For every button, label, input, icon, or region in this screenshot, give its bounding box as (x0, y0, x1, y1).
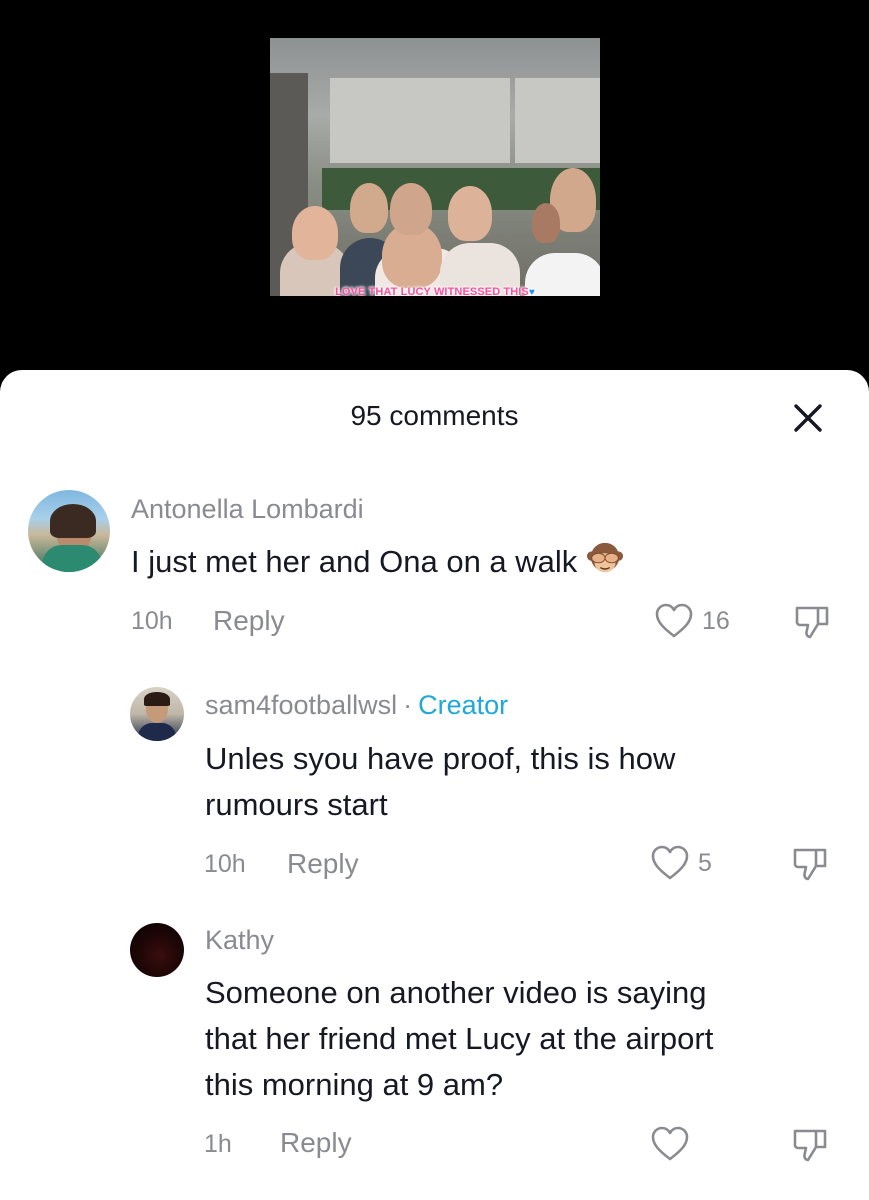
heart-icon (651, 1126, 689, 1161)
avatar[interactable] (28, 490, 110, 572)
video-thumbnail[interactable]: LOVE THAT LUCY WITNESSED THIS♥ (270, 38, 600, 296)
heart-icon (651, 845, 689, 880)
comment-time: 1h (204, 1130, 232, 1158)
close-button[interactable] (790, 400, 826, 436)
see-no-evil-monkey-icon (586, 542, 623, 573)
blue-heart-icon: ♥ (528, 287, 535, 296)
comment-time: 10h (204, 850, 246, 878)
avatar[interactable] (130, 687, 184, 741)
like-count: 5 (698, 848, 712, 877)
dislike-button[interactable] (792, 602, 832, 647)
dislike-button[interactable] (790, 844, 830, 889)
comment-username[interactable]: Kathy (205, 925, 274, 956)
avatar[interactable] (130, 923, 184, 977)
comment-text: I just met her and Ona on a walk (131, 539, 624, 585)
reply-button[interactable]: Reply (213, 605, 285, 637)
close-icon (794, 404, 822, 432)
comments-sheet: 95 comments Antonella Lombardi I just me… (0, 370, 869, 1200)
reply-button[interactable]: Reply (280, 1127, 352, 1159)
video-caption: LOVE THAT LUCY WITNESSED THIS♥ (335, 286, 535, 296)
like-count: 16 (702, 606, 730, 635)
dislike-button[interactable] (790, 1125, 830, 1170)
thumbs-down-icon (793, 848, 827, 881)
heart-icon (655, 603, 693, 638)
reply-button[interactable]: Reply (287, 848, 359, 880)
comment-username[interactable]: Antonella Lombardi (131, 494, 364, 525)
thumbs-down-icon (793, 1129, 827, 1162)
video-player[interactable]: LOVE THAT LUCY WITNESSED THIS♥ (0, 0, 869, 400)
comments-count-title: 95 comments (350, 400, 519, 431)
comment-time: 10h (131, 607, 173, 635)
like-button[interactable]: 5 (650, 844, 712, 882)
like-button[interactable] (650, 1125, 698, 1163)
comment-text: Someone on another video is saying that … (205, 975, 714, 1102)
comment-text: Unles syou have proof, this is how rumou… (205, 741, 676, 822)
like-button[interactable]: 16 (654, 602, 730, 640)
comment-username[interactable]: sam4footballwsl · Creator (205, 690, 508, 721)
creator-badge: Creator (418, 690, 509, 720)
thumbs-down-icon (795, 606, 829, 639)
